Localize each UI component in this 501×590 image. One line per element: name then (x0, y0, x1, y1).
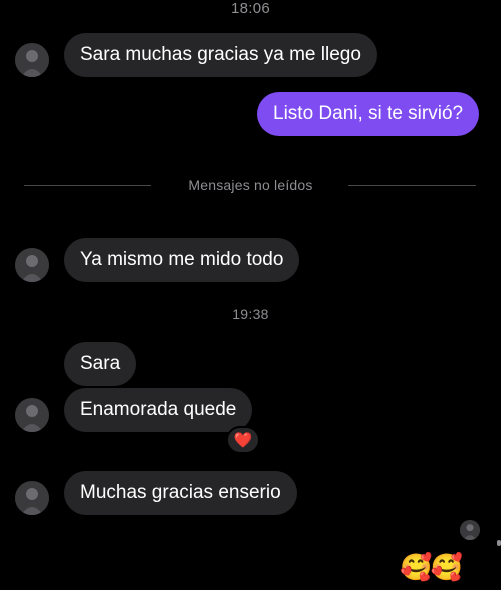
smiling-hearts-emoji[interactable]: 🥰🥰 (400, 552, 463, 582)
received-message[interactable]: Ya mismo me mido todo (64, 238, 300, 282)
scroll-indicator (497, 540, 501, 546)
received-message[interactable]: Enamorada quede (64, 388, 253, 432)
received-message[interactable]: Sara muchas gracias ya me llego (64, 33, 377, 77)
received-message[interactable]: Muchas gracias enserio (64, 471, 297, 515)
contact-avatar[interactable] (15, 398, 49, 432)
contact-avatar[interactable] (15, 248, 49, 282)
received-message[interactable]: Sara (64, 342, 137, 386)
divider-line-right (348, 185, 476, 186)
sent-message[interactable]: Listo Dani, si te sirvió? (257, 92, 480, 136)
contact-avatar[interactable] (15, 481, 49, 515)
seen-avatar (460, 520, 480, 540)
timestamp: 19:38 (232, 306, 269, 322)
contact-avatar[interactable] (15, 43, 49, 77)
timestamp: 18:06 (230, 0, 271, 17)
heart-reaction-icon[interactable]: ❤️ (226, 426, 260, 454)
